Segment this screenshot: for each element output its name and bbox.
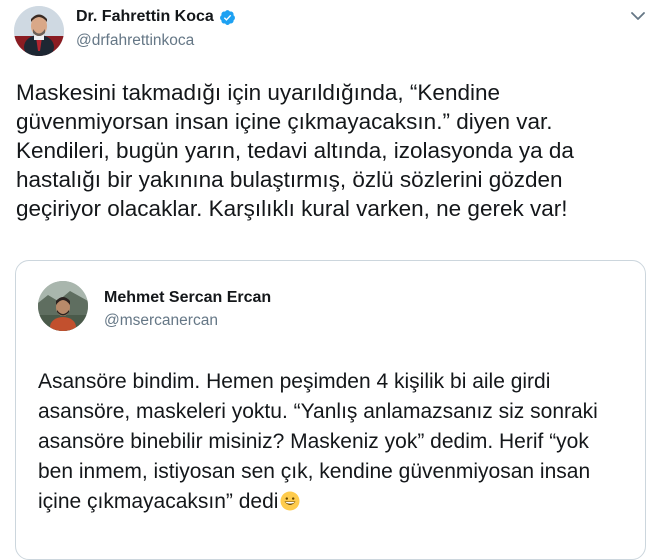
grinning-face-emoji-icon	[280, 491, 300, 511]
tweet-text-line: güvenmiyorsan insan içine çıkmayacaksın.…	[16, 109, 553, 134]
quoted-text-line: ben inmem, istiyosan sen çık, kendine gü…	[38, 460, 591, 483]
quoted-author-name: Mehmet Sercan Ercan	[104, 289, 272, 306]
quoted-tweet[interactable]: Mehmet Sercan Ercan @msercanercan Asansö…	[15, 260, 646, 560]
tweet-card: Dr. Fahrettin Koca @drfahrettinkoca Mask…	[0, 0, 660, 560]
quoted-tweet-text: Asansöre bindim. Hemen peşimden 4 kişili…	[38, 367, 638, 517]
quoted-text-line: Asansöre bindim. Hemen peşimden 4 kişili…	[38, 370, 551, 393]
quoted-text-line: asansöre binebilir misiniz? Maskeniz yok…	[38, 430, 589, 453]
quoted-text-line-last: içine çıkmayacaksın” dedi	[38, 487, 638, 517]
quoted-text-line: içine çıkmayacaksın” dedi	[38, 490, 279, 513]
profile-photo-icon	[14, 6, 64, 56]
quoted-profile-photo-icon	[38, 281, 88, 331]
tweet-text-line: Maskesini takmadığı için uyarıldığında, …	[16, 80, 501, 105]
chevron-down-icon[interactable]	[630, 10, 646, 22]
tweet-text-line: geçiriyor olacaklar. Karşılıklı kural va…	[16, 196, 568, 221]
author-avatar[interactable]	[14, 6, 64, 56]
quoted-author-avatar[interactable]	[38, 281, 88, 331]
quoted-text-line: asansöre, maskeleri yoktu. “Yanlış anlam…	[38, 400, 598, 423]
quoted-author-handle: @msercanercan	[104, 312, 218, 329]
tweet-text: Maskesini takmadığı için uyarıldığında, …	[16, 78, 656, 223]
tweet-text-line: hastalığı bir yakınına bulaştırmış, özlü…	[16, 167, 563, 192]
author-handle[interactable]: @drfahrettinkoca	[76, 32, 194, 50]
author-name[interactable]: Dr. Fahrettin Koca	[76, 8, 214, 26]
author-name-row: Dr. Fahrettin Koca	[76, 8, 236, 26]
tweet-text-line: Kendileri, bugün yarın, tedavi altında, …	[16, 138, 574, 163]
verified-badge-icon	[219, 9, 235, 25]
